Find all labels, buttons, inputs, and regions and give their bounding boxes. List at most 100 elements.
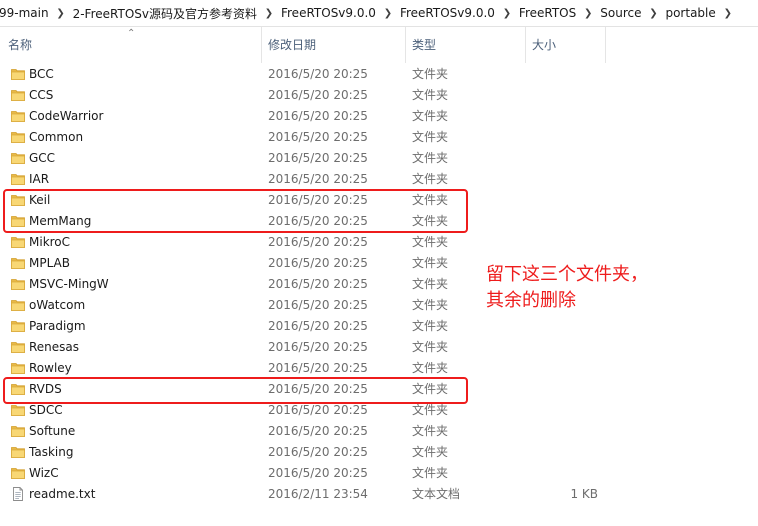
annotation-line-1: 留下这三个文件夹， [486, 264, 648, 285]
sort-ascending-icon: ⌃ [127, 28, 136, 39]
file-type: 文件夹 [412, 214, 449, 228]
breadcrumb-item[interactable]: portable ❯ [665, 0, 739, 26]
file-name: GCC [29, 151, 56, 165]
chevron-right-icon[interactable]: ❯ [721, 8, 735, 19]
file-date: 2016/5/20 20:25 [268, 340, 368, 354]
column-header-row: ⌃ 名称 修改日期 类型 大小 [0, 27, 758, 63]
folder-icon [11, 194, 25, 206]
breadcrumb-item[interactable]: FreeRTOSv9.0.0 ❯ [400, 0, 519, 26]
file-date: 2016/2/11 23:54 [268, 487, 368, 501]
file-row[interactable]: Keil 2016/5/20 20:25 文件夹 [0, 190, 620, 211]
file-row[interactable]: WizC 2016/5/20 20:25 文件夹 [0, 463, 620, 484]
folder-icon [11, 362, 25, 374]
folder-icon [11, 173, 25, 185]
file-name: Keil [29, 193, 51, 207]
file-type: 文本文档 [412, 487, 461, 501]
folder-icon [11, 257, 25, 269]
file-row[interactable]: readme.txt 2016/2/11 23:54 文本文档 1 KB [0, 484, 620, 505]
folder-icon [11, 383, 25, 395]
file-date: 2016/5/20 20:25 [268, 445, 368, 459]
address-bar[interactable]: 99-main ❯ 2-FreeRTOSv源码及官方参考资料 ❯ FreeRTO… [0, 0, 758, 27]
file-row[interactable]: SDCC 2016/5/20 20:25 文件夹 [0, 400, 620, 421]
file-row[interactable]: Tasking 2016/5/20 20:25 文件夹 [0, 442, 620, 463]
file-row[interactable]: GCC 2016/5/20 20:25 文件夹 [0, 148, 620, 169]
file-row[interactable]: CCS 2016/5/20 20:25 文件夹 [0, 85, 620, 106]
folder-icon [11, 446, 25, 458]
breadcrumb-item[interactable]: FreeRTOS ❯ [519, 0, 600, 26]
file-date: 2016/5/20 20:25 [268, 193, 368, 207]
column-header-name-label: 名称 [8, 38, 33, 52]
file-row[interactable]: Common 2016/5/20 20:25 文件夹 [0, 127, 620, 148]
file-name: Softune [29, 424, 76, 438]
chevron-right-icon[interactable]: ❯ [381, 8, 395, 19]
file-type: 文件夹 [412, 361, 449, 375]
file-row[interactable]: Renesas 2016/5/20 20:25 文件夹 [0, 337, 620, 358]
file-name: MemMang [29, 214, 92, 228]
file-name: SDCC [29, 403, 63, 417]
file-name: CCS [29, 88, 54, 102]
file-row[interactable]: IAR 2016/5/20 20:25 文件夹 [0, 169, 620, 190]
folder-icon [11, 215, 25, 227]
breadcrumb-label: FreeRTOSv9.0.0 [280, 6, 376, 20]
file-row[interactable]: Rowley 2016/5/20 20:25 文件夹 [0, 358, 620, 379]
file-date: 2016/5/20 20:25 [268, 424, 368, 438]
file-row[interactable]: Paradigm 2016/5/20 20:25 文件夹 [0, 316, 620, 337]
file-date: 2016/5/20 20:25 [268, 67, 368, 81]
column-header-size[interactable]: 大小 [526, 27, 606, 63]
breadcrumb-item[interactable]: 2-FreeRTOSv源码及官方参考资料 ❯ [73, 0, 281, 26]
column-header-date[interactable]: 修改日期 [262, 27, 406, 63]
file-name: Tasking [29, 445, 74, 459]
breadcrumb-item[interactable]: FreeRTOSv9.0.0 ❯ [281, 0, 400, 26]
column-divider[interactable] [605, 27, 606, 63]
file-row[interactable]: Softune 2016/5/20 20:25 文件夹 [0, 421, 620, 442]
file-type: 文件夹 [412, 403, 449, 417]
file-name: Renesas [29, 340, 80, 354]
file-date: 2016/5/20 20:25 [268, 109, 368, 123]
file-date: 2016/5/20 20:25 [268, 382, 368, 396]
folder-icon [11, 152, 25, 164]
chevron-right-icon[interactable]: ❯ [500, 8, 514, 19]
file-row[interactable]: MemMang 2016/5/20 20:25 文件夹 [0, 211, 620, 232]
file-date: 2016/5/20 20:25 [268, 235, 368, 249]
chevron-right-icon[interactable]: ❯ [262, 8, 276, 19]
file-date: 2016/5/20 20:25 [268, 130, 368, 144]
breadcrumb-label: FreeRTOS [518, 6, 577, 20]
chevron-right-icon[interactable]: ❯ [646, 8, 660, 19]
annotation-text: 留下这三个文件夹， 其余的删除 [486, 262, 648, 314]
folder-icon [11, 341, 25, 353]
file-name: Paradigm [29, 319, 86, 333]
folder-icon [11, 425, 25, 437]
file-type: 文件夹 [412, 172, 449, 186]
file-name: oWatcom [29, 298, 86, 312]
file-type: 文件夹 [412, 88, 449, 102]
column-header-name[interactable]: ⌃ 名称 [0, 27, 262, 63]
folder-icon [11, 131, 25, 143]
file-row[interactable]: BCC 2016/5/20 20:25 文件夹 [0, 64, 620, 85]
file-row[interactable]: MikroC 2016/5/20 20:25 文件夹 [0, 232, 620, 253]
file-row[interactable]: RVDS 2016/5/20 20:25 文件夹 [0, 379, 620, 400]
file-name: BCC [29, 67, 54, 81]
folder-icon [11, 89, 25, 101]
folder-icon [11, 68, 25, 80]
folder-icon [11, 236, 25, 248]
file-date: 2016/5/20 20:25 [268, 361, 368, 375]
column-header-type-label: 类型 [412, 38, 437, 52]
text-file-icon [11, 487, 25, 501]
file-type: 文件夹 [412, 67, 449, 81]
file-type: 文件夹 [412, 193, 449, 207]
column-header-type[interactable]: 类型 [406, 27, 526, 63]
file-type: 文件夹 [412, 466, 449, 480]
breadcrumb-item[interactable]: 99-main ❯ [0, 0, 73, 26]
file-name: Common [29, 130, 84, 144]
file-type: 文件夹 [412, 109, 449, 123]
folder-icon [11, 467, 25, 479]
file-name: MPLAB [29, 256, 70, 270]
column-header-size-label: 大小 [532, 38, 557, 52]
file-name: MSVC-MingW [29, 277, 109, 291]
breadcrumb-item[interactable]: Source ❯ [600, 0, 665, 26]
chevron-right-icon[interactable]: ❯ [581, 8, 595, 19]
chevron-right-icon[interactable]: ❯ [54, 8, 68, 19]
file-name: CodeWarrior [29, 109, 104, 123]
file-date: 2016/5/20 20:25 [268, 298, 368, 312]
file-row[interactable]: CodeWarrior 2016/5/20 20:25 文件夹 [0, 106, 620, 127]
